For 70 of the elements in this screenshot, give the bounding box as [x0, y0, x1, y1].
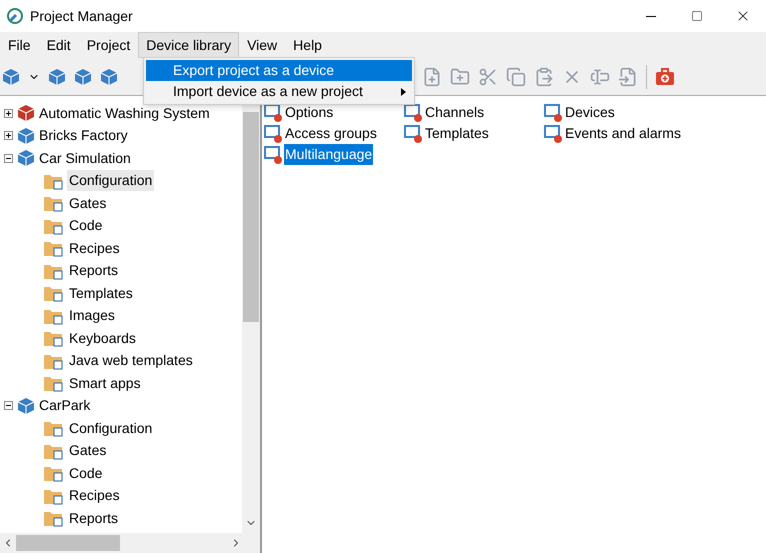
monitor-icon [404, 104, 422, 122]
tree-item[interactable]: Smart apps [67, 372, 143, 394]
scrollbar-thumb[interactable] [16, 535, 120, 551]
tree-item[interactable]: Templates [67, 282, 135, 304]
menu-item[interactable]: Help [285, 32, 330, 58]
tree-node[interactable]: Car Simulation [39, 148, 131, 169]
cut-icon[interactable] [478, 66, 498, 86]
menu-item[interactable]: File [0, 32, 39, 58]
monitor-icon [404, 124, 422, 142]
collapse-icon[interactable] [4, 401, 13, 410]
list-item[interactable]: Access groups [284, 123, 378, 144]
window-title: Project Manager [30, 6, 133, 26]
folder-icon [43, 464, 63, 482]
folder-icon [43, 239, 63, 258]
folder-icon [43, 194, 63, 212]
tree-item[interactable]: Reports [67, 260, 120, 282]
maximize-icon [691, 10, 703, 22]
tree-item[interactable]: Gates [67, 192, 108, 214]
copy-icon[interactable] [506, 66, 526, 86]
collapse-icon[interactable] [4, 154, 13, 163]
tree-item[interactable]: Recipes [67, 238, 122, 259]
app-logo-icon [6, 7, 24, 25]
menu-option[interactable]: Import device as a new project [146, 81, 412, 102]
monitor-icon [264, 146, 282, 164]
tree-item[interactable]: Recipes [67, 485, 122, 506]
paste-icon[interactable] [534, 66, 554, 86]
list-item[interactable]: Channels [424, 102, 486, 123]
new-file-icon[interactable] [422, 66, 442, 86]
tree-node[interactable]: Bricks Factory [39, 125, 128, 146]
list-item[interactable]: Multilanguage [284, 144, 374, 165]
menu-item[interactable]: Edit [38, 32, 79, 58]
tree-node[interactable]: CarPark [39, 395, 90, 416]
menu-item[interactable]: View [239, 32, 286, 58]
monitor-icon [544, 104, 562, 122]
folder-icon [43, 419, 63, 438]
tree-item[interactable]: Configuration [67, 170, 154, 192]
menu-option[interactable]: Export project as a device [146, 60, 412, 81]
rename-icon[interactable] [590, 66, 610, 86]
list-item[interactable]: Events and alarms [564, 123, 682, 144]
tree-item[interactable]: Images [67, 305, 117, 326]
tree-item[interactable]: Java web templates [67, 350, 195, 372]
folder-icon [43, 329, 63, 348]
cube-icon [74, 68, 92, 86]
expand-icon[interactable] [4, 108, 13, 118]
tree-item[interactable]: Configuration [67, 418, 154, 439]
list-item[interactable]: Devices [564, 102, 616, 123]
menu-item[interactable]: Project [78, 32, 138, 58]
cube-icon [48, 68, 66, 86]
monitor-icon [264, 124, 282, 142]
tree-item[interactable]: Reports [67, 508, 120, 529]
import-icon[interactable] [618, 66, 638, 86]
monitor-icon [264, 104, 282, 122]
cube-icon [100, 68, 118, 86]
tree-item[interactable]: Code [67, 215, 104, 236]
monitor-icon [544, 124, 562, 142]
tree-item[interactable]: Keyboards [67, 328, 138, 349]
folder-icon [43, 284, 63, 302]
list-item[interactable]: Options [284, 102, 334, 123]
scrollbar-thumb[interactable] [243, 112, 259, 322]
new-folder-icon[interactable] [450, 66, 470, 86]
cube-icon [2, 68, 20, 86]
first-aid-kit-icon[interactable] [655, 68, 675, 86]
menu-item[interactable]: Device library [138, 32, 240, 58]
folder-icon [43, 509, 63, 528]
tree-item[interactable]: Code [67, 462, 104, 484]
tree-item[interactable]: Gates [67, 440, 108, 462]
expand-icon[interactable] [4, 131, 13, 140]
folder-icon [43, 374, 63, 392]
list-item[interactable]: Templates [424, 123, 490, 144]
tree-node[interactable]: Automatic Washing System [39, 102, 210, 124]
